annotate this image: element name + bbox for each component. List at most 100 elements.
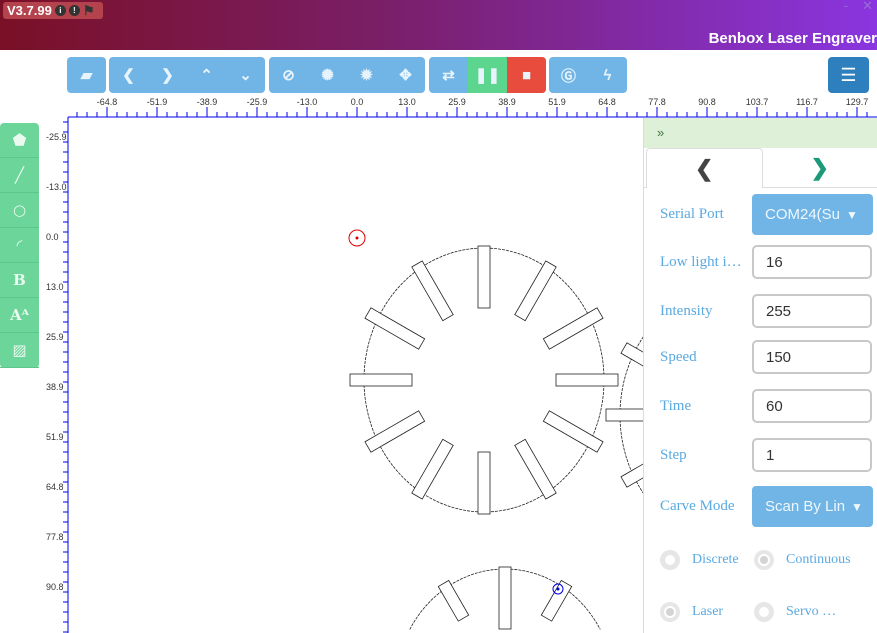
radio-option[interactable]: Discrete xyxy=(660,550,739,570)
flag-icon[interactable]: ⚑ xyxy=(83,3,95,19)
crosshair-icon: ✥ xyxy=(399,67,412,84)
caret-down-icon: ▼ xyxy=(851,499,863,514)
x-tick-label: -51.9 xyxy=(147,97,168,107)
chevron-left-button[interactable]: ❮ xyxy=(109,57,148,93)
radio-option[interactable]: Laser xyxy=(660,602,723,622)
radio-option[interactable]: Servo … xyxy=(754,602,836,622)
y-tick-label: 13.0 xyxy=(46,282,64,292)
font-size-tool[interactable]: Aᴬ xyxy=(0,298,39,333)
chevron-up-icon: ⌃ xyxy=(200,67,213,84)
field-row: Intensity 255 xyxy=(660,294,872,328)
tag-tool[interactable]: ⬟ xyxy=(0,123,39,158)
radio-button[interactable] xyxy=(754,550,774,570)
pause-button[interactable]: ❚❚ xyxy=(468,57,507,93)
menu-button[interactable]: ☰ xyxy=(828,57,869,93)
stop-icon: ■ xyxy=(521,66,532,84)
radio-label: Laser xyxy=(692,604,724,619)
x-tick-label: 129.7 xyxy=(846,97,869,107)
x-tick-label: 77.8 xyxy=(648,97,666,107)
large-sun-button[interactable]: ✹ xyxy=(347,57,386,93)
stop-button[interactable]: ■ xyxy=(507,57,546,93)
field-row: Step 1 xyxy=(660,438,872,472)
app-title: Benbox Laser Engraver xyxy=(708,30,877,47)
radio-label: Discrete xyxy=(692,552,739,567)
field-input[interactable]: 255 xyxy=(752,294,872,328)
radio-label: Servo … xyxy=(786,604,837,619)
field-input[interactable]: 150 xyxy=(752,340,872,374)
radio-option[interactable]: Continuous xyxy=(754,550,851,570)
field-label: Low light i… xyxy=(660,253,742,270)
y-tick-label: -25.9 xyxy=(46,132,67,142)
circle-icon: ○ xyxy=(12,201,27,219)
image-icon: ▨ xyxy=(12,341,27,359)
collapse-panel-button[interactable]: » xyxy=(644,118,877,148)
small-sun-icon: ✺ xyxy=(321,67,334,84)
crosshair-button[interactable]: ✥ xyxy=(386,57,425,93)
engraving-shape-bottom[interactable] xyxy=(409,566,601,630)
toolbar-group: Ⓖϟ xyxy=(549,57,627,93)
chevron-up-button[interactable]: ⌃ xyxy=(187,57,226,93)
toolbar-group: ▰ xyxy=(67,57,106,93)
carve-mode-select[interactable]: Scan By Lin ▼ xyxy=(752,486,873,527)
image-tool[interactable]: ▨ xyxy=(0,333,39,368)
ban-button[interactable]: ⊘ xyxy=(269,57,308,93)
field-row: Low light i… 16 xyxy=(660,245,872,279)
bold-text-tool[interactable]: B xyxy=(0,263,39,298)
repeat-button[interactable]: ⇄ xyxy=(429,57,468,93)
field-row: Speed 150 xyxy=(660,340,872,374)
laser-head-marker-dot xyxy=(556,587,560,591)
version-badge: V3.7.99 i! ⚑ xyxy=(3,2,103,19)
origin-marker-dot xyxy=(355,236,359,240)
y-tick-label: 77.8 xyxy=(46,532,64,542)
x-tick-label: 0.0 xyxy=(351,97,364,107)
folder-open-button[interactable]: ▰ xyxy=(67,57,106,93)
version-label: V3.7.99 xyxy=(7,3,52,18)
minimize-button[interactable]: - xyxy=(844,0,848,14)
line-tool[interactable]: ╱ xyxy=(0,158,39,193)
field-input[interactable]: 60 xyxy=(752,389,872,423)
x-tick-label: -38.9 xyxy=(197,97,218,107)
y-tick-label: 0.0 xyxy=(46,232,59,242)
small-sun-button[interactable]: ✺ xyxy=(308,57,347,93)
tab-prev[interactable]: ❮ xyxy=(646,148,763,188)
info-icon[interactable]: i xyxy=(54,5,66,16)
serial-port-select[interactable]: COM24(Su ▼ xyxy=(752,194,873,235)
toolbar-group: ❮ ❯ ⌃ ⌄ xyxy=(109,57,265,93)
gcode-button[interactable]: Ⓖ xyxy=(549,57,588,93)
close-button[interactable]: ✕ xyxy=(862,0,873,14)
radio-button[interactable] xyxy=(660,550,680,570)
circle-tool[interactable]: ○ xyxy=(0,193,39,228)
gcode-icon: Ⓖ xyxy=(560,67,576,85)
x-tick-label: -25.9 xyxy=(247,97,268,107)
bold-text-icon: B xyxy=(13,271,26,289)
toolbar-group: ⇄ ❚❚ ■ xyxy=(429,57,546,93)
x-tick-label: 116.7 xyxy=(796,97,818,107)
field-label: Intensity xyxy=(660,302,713,319)
field-input[interactable]: 16 xyxy=(752,245,872,279)
x-tick-label: 64.8 xyxy=(598,97,616,107)
y-tick-label: 51.9 xyxy=(46,432,64,442)
radio-button[interactable] xyxy=(660,602,680,622)
arc-tool[interactable]: ◜ xyxy=(0,228,39,263)
x-tick-label: 38.9 xyxy=(498,97,516,107)
bolt-button[interactable]: ϟ xyxy=(588,57,627,93)
x-tick-label: 25.9 xyxy=(448,97,466,107)
chevron-right-icon: ❯ xyxy=(161,67,174,84)
chevron-down-icon: ⌄ xyxy=(239,67,252,84)
font-size-icon: Aᴬ xyxy=(10,306,29,324)
title-bar: V3.7.99 i! ⚑ - ✕ Benbox Laser Engraver xyxy=(0,0,877,50)
radio-button[interactable] xyxy=(754,602,774,622)
alert-icon[interactable]: ! xyxy=(68,5,80,16)
radio-label: Continuous xyxy=(786,552,851,567)
field-row: Time 60 xyxy=(660,389,872,423)
tab-next[interactable]: ❯ xyxy=(763,148,877,187)
chevron-right-button[interactable]: ❯ xyxy=(148,57,187,93)
menu-icon: ☰ xyxy=(840,64,857,85)
x-tick-label: 103.7 xyxy=(746,97,769,107)
chevron-down-button[interactable]: ⌄ xyxy=(226,57,265,93)
engraving-shape[interactable] xyxy=(349,245,619,515)
field-input[interactable]: 1 xyxy=(752,438,872,472)
caret-down-icon: ▼ xyxy=(846,207,858,222)
carve-mode-value: Scan By Lin xyxy=(765,498,846,515)
repeat-icon: ⇄ xyxy=(442,67,455,84)
